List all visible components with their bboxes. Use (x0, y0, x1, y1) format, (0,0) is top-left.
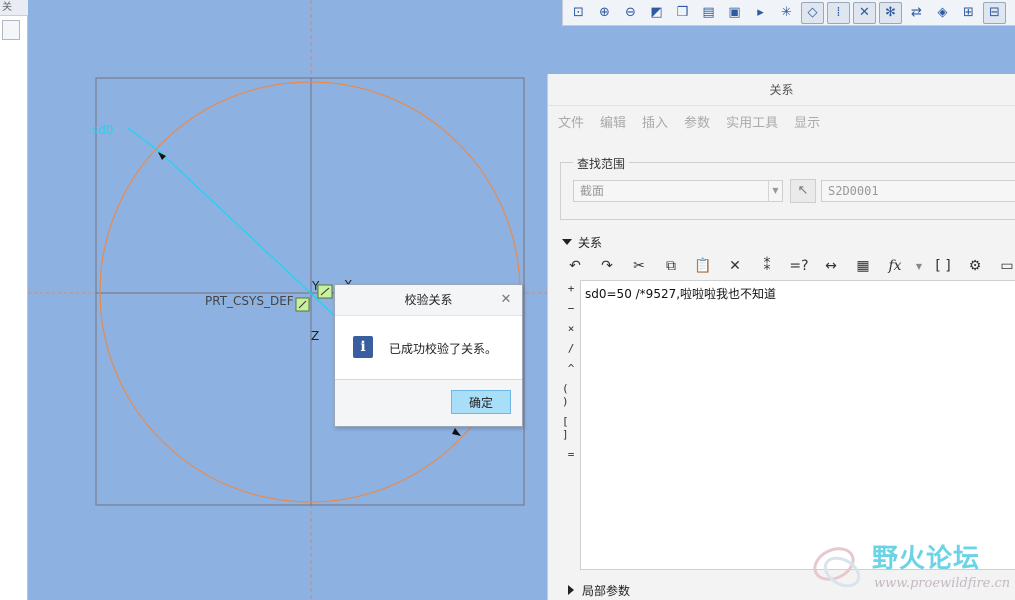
repaint-icon[interactable]: ◩ (645, 2, 668, 24)
dimension-arrow-end (452, 428, 461, 436)
operator-minus[interactable]: − (568, 302, 575, 315)
left-panel-button[interactable] (2, 20, 20, 40)
close-icon[interactable]: ✕ (499, 293, 513, 307)
datum-display-icon[interactable]: ✳ (775, 2, 798, 24)
sort-icon[interactable]: ▦ (850, 255, 876, 277)
brackets-icon[interactable]: [ ] (930, 255, 956, 277)
operator-parentheses[interactable]: ( ) (562, 382, 580, 408)
function-icon[interactable]: fx (882, 255, 908, 277)
menu-parameters[interactable]: 参数 (684, 112, 710, 131)
select-pointer-icon[interactable]: ↖ (790, 179, 816, 203)
saved-orientation-icon[interactable]: ❒ (671, 2, 694, 24)
scope-label: 查找范围 (573, 155, 630, 172)
operator-equals[interactable]: = (568, 448, 575, 461)
expand-icon (568, 585, 574, 595)
sketch-view-icon[interactable]: ⊞ (957, 2, 980, 24)
delete-icon[interactable]: ✕ (722, 255, 748, 277)
watermark-logo-icon (813, 547, 861, 588)
sketch-display-lock-icon[interactable]: ⇄ (905, 2, 928, 24)
relations-panel: 关系 文件 编辑 插入 参数 实用工具 显示 查找范围 截面 ▼ ↖ S2D00… (547, 74, 1015, 600)
paste-icon[interactable]: 📋 (690, 255, 716, 277)
show-values-icon[interactable]: ⁑ (754, 255, 780, 277)
sketch-overlap-icon[interactable]: ⊟ (983, 1, 1006, 24)
info-icon: i (353, 336, 373, 358)
dialog-body: i 已成功校验了关系。 (335, 316, 522, 380)
scope-group: 查找范围 截面 ▼ ↖ S2D0001 (560, 155, 1015, 220)
dialog-footer: 确定 (335, 380, 522, 426)
local-params-header[interactable]: 局部参数 (568, 582, 630, 598)
expand-icon[interactable]: ▭ (994, 255, 1015, 277)
measure-icon[interactable]: ↔ (818, 255, 844, 277)
dialog-title: 校验关系 (335, 285, 522, 316)
parameter-icon[interactable]: ⚙ (962, 255, 988, 277)
redo-icon[interactable]: ↷ (594, 255, 620, 277)
relations-section-header[interactable]: 关系 (562, 234, 602, 250)
sketch-setup-icon[interactable]: ◈ (931, 2, 954, 24)
dimension-line[interactable] (159, 151, 335, 316)
menu-utilities[interactable]: 实用工具 (726, 112, 778, 131)
csys-label: PRT_CSYS_DEF (205, 294, 294, 308)
watermark-url: www.proewildfire.cn (874, 576, 1011, 591)
undo-icon[interactable]: ↶ (562, 255, 588, 277)
relations-editor[interactable]: sd0=50 /*9527,啦啦啦我也不知道 (580, 280, 1015, 570)
operator-power[interactable]: ^ (568, 362, 575, 375)
scope-select[interactable]: 截面 ▼ (573, 180, 783, 202)
operator-plus[interactable]: + (568, 282, 575, 295)
graphics-toolbar: ⊡ ⊕ ⊖ ◩ ❒ ▤ ▣ ▸ ✳ ◇ ⁞ ✕ ✻ ⇄ ◈ ⊞ ⊟ (562, 0, 1015, 26)
relations-title: 关系 (548, 74, 1015, 106)
relations-menubar: 文件 编辑 插入 参数 实用工具 显示 (548, 106, 1015, 136)
sketch-display-dim-icon[interactable]: ◇ (801, 1, 824, 24)
sketch-display-vertex-icon[interactable]: ✻ (879, 1, 902, 24)
collapse-icon (562, 239, 572, 245)
verify-relations-dialog: 校验关系 ✕ i 已成功校验了关系。 确定 (334, 284, 523, 427)
copy-icon[interactable]: ⧉ (658, 255, 684, 277)
axis-z-label: Z (311, 329, 319, 343)
dimension-label[interactable]: sd0 (92, 123, 114, 137)
display-style-icon[interactable]: ▣ (723, 2, 746, 24)
operator-column: + − × / ^ ( ) [ ] = (562, 282, 580, 461)
menu-display[interactable]: 显示 (794, 112, 820, 131)
forum-watermark: 野火论坛 www.proewildfire.cn (800, 534, 1015, 600)
sketch-display-constraint-icon[interactable]: ⁞ (827, 1, 850, 24)
zoom-out-icon[interactable]: ⊖ (619, 2, 642, 24)
watermark-title: 野火论坛 (872, 544, 981, 574)
cut-icon[interactable]: ✂ (626, 255, 652, 277)
perspective-icon[interactable]: ▸ (749, 2, 772, 24)
verify-icon[interactable]: =? (786, 255, 812, 277)
refit-icon[interactable]: ⊡ (567, 2, 590, 24)
operator-brackets[interactable]: [ ] (562, 415, 580, 441)
sketch-display-grid-icon[interactable]: ✕ (853, 1, 876, 24)
function-dropdown-icon[interactable]: ▼ (914, 255, 924, 277)
left-panel-strip: 关 (0, 0, 28, 600)
ok-button[interactable]: 确定 (451, 390, 511, 414)
zoom-in-icon[interactable]: ⊕ (593, 2, 616, 24)
menu-insert[interactable]: 插入 (642, 112, 668, 131)
operator-divide[interactable]: / (568, 342, 575, 355)
relations-section-label: 关系 (578, 235, 603, 250)
relations-toolbar: ↶ ↷ ✂ ⧉ 📋 ✕ ⁑ =? ↔ ▦ fx ▼ [ ] ⚙ ▭ (562, 254, 1015, 278)
operator-multiply[interactable]: × (568, 322, 575, 335)
dialog-message: 已成功校验了关系。 (389, 342, 498, 356)
dimension-leader (127, 127, 161, 153)
named-views-icon[interactable]: ▤ (697, 2, 720, 24)
scope-select-value: 截面 (580, 184, 605, 198)
menu-edit[interactable]: 编辑 (600, 112, 626, 131)
chevron-down-icon[interactable]: ▼ (768, 181, 782, 201)
scope-id-field[interactable]: S2D0001 (821, 180, 1015, 202)
menu-file[interactable]: 文件 (558, 112, 584, 131)
left-panel-tab[interactable]: 关 (0, 0, 28, 16)
local-params-label: 局部参数 (582, 583, 631, 598)
editor-line: sd0=50 /*9527,啦啦啦我也不知道 (585, 287, 777, 301)
